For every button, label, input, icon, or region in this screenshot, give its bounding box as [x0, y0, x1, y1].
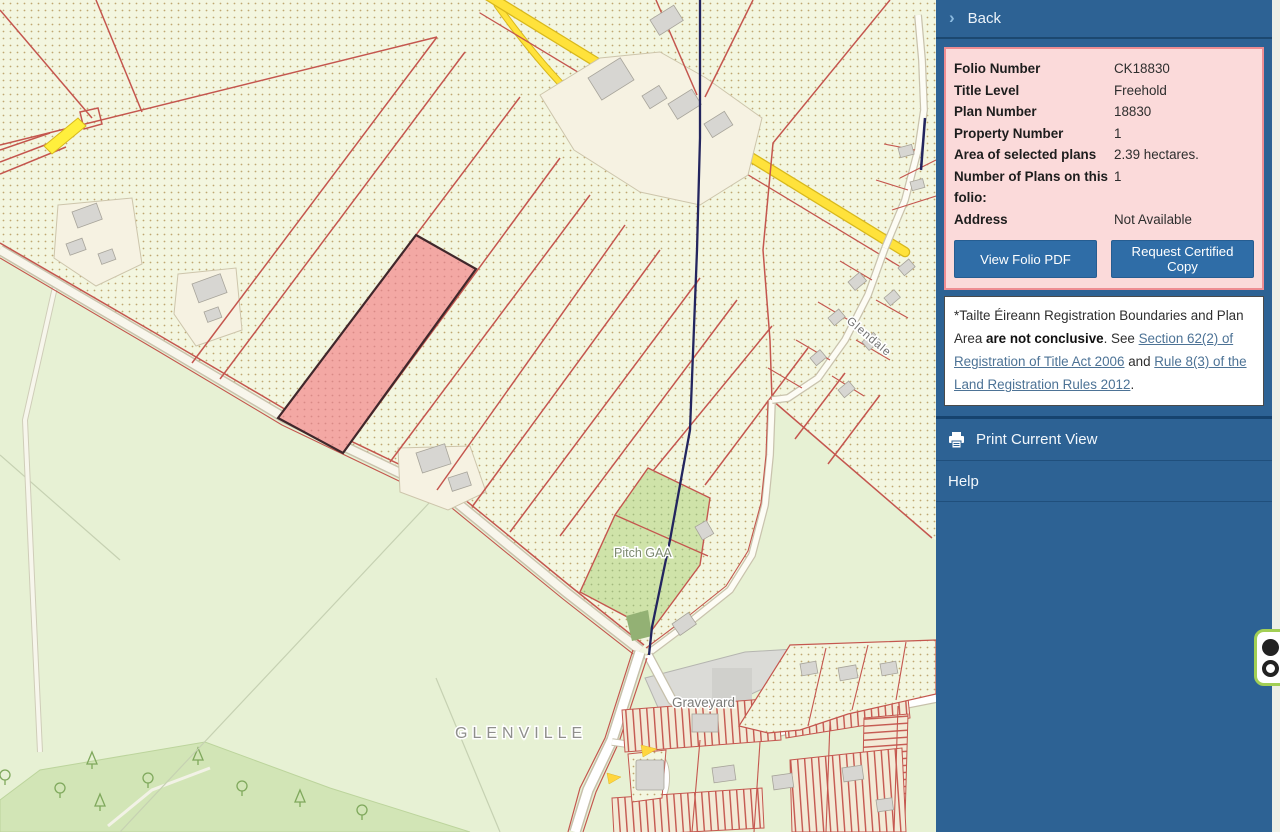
folio-details-panel: Folio Number CK18830 Title Level Freehol…	[944, 47, 1264, 290]
disclaimer-text: . See	[1104, 331, 1139, 346]
map-canvas[interactable]: GLENVILLE Graveyard Pitch GAA Glendale	[0, 0, 936, 832]
field-label: Area of selected plans	[954, 144, 1110, 166]
field-value: CK18830	[1114, 58, 1254, 80]
graveyard-label: Graveyard	[672, 695, 735, 710]
folio-row: Plan Number 18830	[954, 101, 1254, 123]
printer-icon	[948, 432, 965, 448]
field-label: Property Number	[954, 123, 1110, 145]
back-label: Back	[968, 10, 1001, 27]
field-label: Folio Number	[954, 58, 1110, 80]
land-registry-map-app: GLENVILLE Graveyard Pitch GAA Glendale ›…	[0, 0, 1280, 832]
field-label: Title Level	[954, 80, 1110, 102]
field-label: Plan Number	[954, 101, 1110, 123]
folio-row: Number of Plans on this folio: 1	[954, 166, 1254, 209]
help-button[interactable]: Help	[936, 461, 1272, 502]
folio-row: Area of selected plans 2.39 hectares.	[954, 144, 1254, 166]
print-current-view-button[interactable]: Print Current View	[936, 416, 1272, 461]
disclaimer-text: and	[1124, 354, 1154, 369]
disclaimer-text: .	[1130, 377, 1134, 392]
folio-row: Title Level Freehold	[954, 80, 1254, 102]
disclaimer-bold: are not conclusive	[986, 331, 1104, 346]
print-label: Print Current View	[976, 431, 1097, 448]
help-label: Help	[948, 473, 979, 490]
folio-row: Property Number 1	[954, 123, 1254, 145]
field-label: Number of Plans on this folio:	[954, 166, 1110, 209]
page-edge-strip	[1272, 0, 1280, 832]
boundaries-disclaimer: *Tailte Éireann Registration Boundaries …	[944, 296, 1264, 406]
widget-coin-icon[interactable]	[1262, 639, 1279, 656]
widget-ring-icon[interactable]	[1262, 660, 1279, 677]
chevron-right-icon: ›	[949, 9, 955, 26]
field-value: 1	[1114, 166, 1254, 209]
view-folio-pdf-button[interactable]: View Folio PDF	[954, 240, 1097, 278]
field-label: Address	[954, 209, 1110, 231]
field-value: 2.39 hectares.	[1114, 144, 1254, 166]
folio-row: Folio Number CK18830	[954, 58, 1254, 80]
field-value: 1	[1114, 123, 1254, 145]
folio-actions: View Folio PDF Request Certified Copy	[954, 240, 1254, 278]
town-label: GLENVILLE	[455, 725, 587, 742]
folio-row: Address Not Available	[954, 209, 1254, 231]
floating-widget[interactable]	[1254, 629, 1280, 686]
field-value: Freehold	[1114, 80, 1254, 102]
pitch-label: Pitch GAA	[614, 546, 672, 560]
details-sidebar: › Back Folio Number CK18830 Title Level …	[936, 0, 1272, 832]
map-viewport[interactable]: GLENVILLE Graveyard Pitch GAA Glendale	[0, 0, 936, 832]
request-certified-copy-button[interactable]: Request Certified Copy	[1111, 240, 1254, 278]
field-value: 18830	[1114, 101, 1254, 123]
field-value: Not Available	[1114, 209, 1254, 231]
back-button[interactable]: › Back	[936, 0, 1272, 39]
